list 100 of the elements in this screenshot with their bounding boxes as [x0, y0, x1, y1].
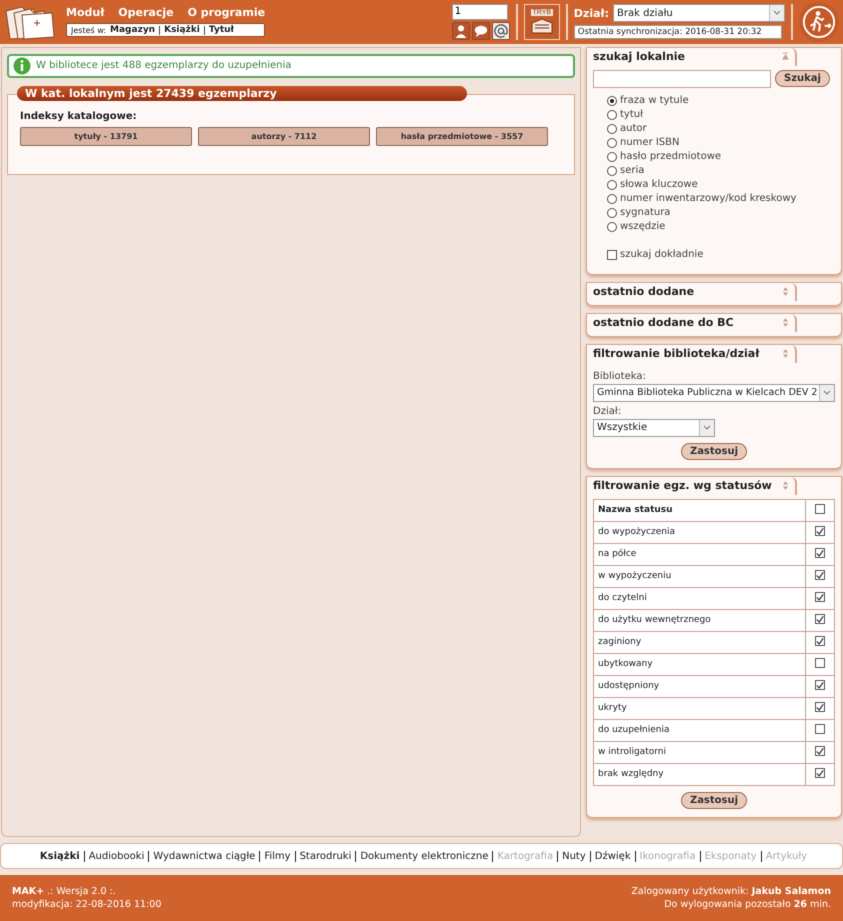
checkbox[interactable] — [815, 526, 825, 536]
radio-button[interactable] — [607, 152, 617, 162]
status-name: w wypożyczeniu — [594, 565, 806, 588]
status-name: do wypożyczenia — [594, 521, 806, 544]
checkbox[interactable] — [815, 702, 825, 712]
status-name: w introligatorni — [594, 741, 806, 764]
select-all-checkbox[interactable] — [815, 504, 825, 514]
radio-button[interactable] — [607, 166, 617, 176]
radio-button[interactable] — [607, 138, 617, 148]
radio-button[interactable] — [607, 124, 617, 134]
apply-button[interactable]: Zastosuj — [680, 792, 748, 809]
department-label: Dział: — [574, 6, 609, 20]
chevron-down-icon[interactable] — [699, 420, 714, 436]
panel-title: ostatnio dodane do BC — [593, 316, 734, 330]
radio-button[interactable] — [607, 208, 617, 218]
collapsed-panel[interactable]: ostatnio dodane — [586, 282, 842, 306]
radio-button[interactable] — [607, 96, 617, 106]
checkbox[interactable] — [815, 658, 825, 668]
checkbox[interactable] — [815, 746, 825, 756]
library-dropdown[interactable]: Gminna Biblioteka Publiczna w Kielcach DEV 2 — [593, 384, 835, 402]
radio-button[interactable] — [607, 194, 617, 204]
category-link[interactable]: Filmy — [259, 850, 291, 862]
checkbox[interactable] — [815, 636, 825, 646]
breadcrumb-link[interactable]: Książki — [159, 26, 200, 35]
status-name: zaginiony — [594, 631, 806, 654]
checkbox[interactable] — [815, 768, 825, 778]
status-name: brak względny — [594, 763, 806, 786]
email-icon[interactable] — [492, 22, 510, 40]
radio-label: fraza w tytule — [620, 95, 689, 106]
status-name: ubytkowany — [594, 653, 806, 676]
user-icon[interactable] — [452, 22, 470, 40]
drawer-icon — [528, 16, 555, 35]
checkbox[interactable] — [815, 724, 825, 734]
panel-title: szukaj lokalnie — [593, 50, 686, 64]
menu-item[interactable]: O programie — [188, 6, 266, 20]
panel-title: ostatnio dodane — [593, 285, 694, 298]
radio-label: wszędzie — [620, 221, 666, 232]
menu-item[interactable]: Moduł — [66, 6, 104, 20]
chevron-down-icon[interactable] — [769, 5, 784, 22]
column-header: Nazwa statusu — [594, 499, 806, 522]
checkbox[interactable] — [815, 570, 825, 580]
info-icon — [13, 56, 31, 75]
search-button[interactable]: Szukaj — [775, 70, 830, 88]
department-dropdown[interactable]: Wszystkie — [593, 418, 715, 437]
radio-label: hasło przedmiotowe — [620, 151, 722, 162]
checkbox-label: szukaj dokładnie — [620, 249, 704, 260]
logout-timer-text: Do wylogowania pozostało 26 min. — [663, 898, 831, 911]
radio-label: sygnatura — [620, 207, 670, 218]
category-link[interactable]: Wydawnictwa ciągłe — [148, 850, 256, 862]
category-link[interactable]: Audiobooki — [84, 850, 144, 862]
radio-label: autor — [620, 123, 647, 134]
status-name: ukryty — [594, 697, 806, 720]
catalog-subtitle: Indeksy katalogowe: — [20, 110, 138, 122]
speech-bubble-icon[interactable] — [472, 22, 490, 40]
collapsed-panel[interactable]: ostatnio dodane do BC — [586, 312, 842, 337]
status-name: do użytku wewnętrznego — [594, 609, 806, 632]
radio-label: seria — [620, 165, 644, 176]
category-link[interactable]: Starodruki — [294, 850, 352, 862]
modified-text: modyfikacja: 22-08-2016 11:00 — [12, 898, 162, 911]
department-dropdown[interactable]: Brak działu — [613, 4, 785, 22]
index-button[interactable]: autorzy - 7112 — [198, 126, 370, 146]
checkbox[interactable] — [607, 250, 617, 260]
radio-label: numer inwentarzowy/kod kreskowy — [620, 193, 796, 204]
radio-label: numer ISBN — [620, 137, 680, 148]
radio-button[interactable] — [607, 110, 617, 120]
status-name: na półce — [594, 543, 806, 566]
index-button[interactable]: tytuły - 13791 — [20, 126, 192, 146]
number-field[interactable]: 1 — [452, 4, 508, 20]
checkbox[interactable] — [815, 680, 825, 690]
breadcrumb-link[interactable]: Tytuł — [204, 26, 234, 35]
chevron-down-icon[interactable] — [819, 384, 834, 401]
category-link[interactable]: Nuty — [557, 850, 586, 862]
index-button[interactable]: hasła przedmiotowe - 3557 — [376, 126, 548, 146]
logout-button[interactable] — [799, 2, 839, 42]
radio-button[interactable] — [607, 222, 617, 232]
field-label: Biblioteka: — [593, 370, 647, 382]
category-link[interactable]: Dokumenty elektroniczne — [355, 850, 488, 862]
checkbox[interactable] — [815, 592, 825, 602]
panel-title: filtrowanie biblioteka/dział — [593, 347, 760, 360]
checkbox[interactable] — [815, 614, 825, 624]
breadcrumb-link[interactable]: Magazyn — [110, 25, 156, 36]
catalog-title: W kat. lokalnym jest 27439 egzemplarzy — [17, 86, 467, 101]
status-name: do czytelni — [594, 587, 806, 610]
radio-button[interactable] — [607, 180, 617, 190]
checkbox[interactable] — [815, 548, 825, 558]
panel-title: filtrowanie egz. wg statusów — [593, 479, 772, 492]
sync-status: Ostatnia synchronizacja: 2016-08-31 20:32 — [574, 25, 782, 40]
field-label: Dział: — [593, 406, 622, 417]
category-link[interactable]: Dźwięk — [590, 850, 631, 862]
radio-label: tytuł — [620, 109, 643, 120]
search-field[interactable] — [593, 70, 771, 88]
menu-item[interactable]: Operacje — [118, 6, 174, 20]
breadcrumb-label: Jesteś w: — [71, 26, 106, 35]
category-link[interactable]: Książki — [36, 850, 80, 862]
status-name: do uzupełnienia — [594, 719, 806, 742]
radio-label: słowa kluczowe — [620, 179, 698, 190]
status-name: udostępniony — [594, 675, 806, 698]
info-text: W bibliotece jest 488 egzemplarzy do uzupełnienia — [36, 60, 292, 72]
user-text: Zalogowany użytkownik: Jakub Salamon — [631, 885, 831, 898]
apply-button[interactable]: Zastosuj — [680, 442, 748, 460]
